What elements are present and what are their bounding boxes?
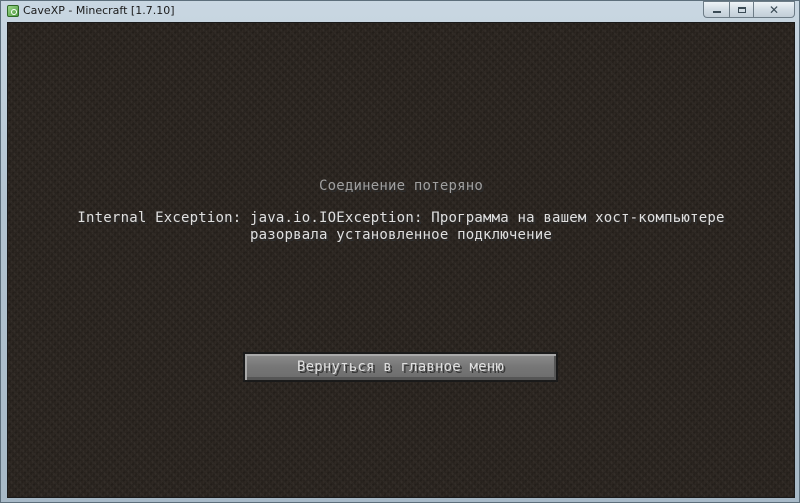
disconnect-message-line-1: Internal Exception: java.io.IOException:…	[77, 210, 725, 226]
maximize-button[interactable]	[729, 1, 753, 18]
title-bar[interactable]: CaveXP - Minecraft [1.7.10] ✕	[1, 1, 799, 21]
close-button[interactable]: ✕	[753, 1, 795, 18]
window-controls: ✕	[703, 1, 795, 18]
game-client-area: Соединение потеряно Internal Exception: …	[7, 22, 795, 498]
disconnect-message-line-2: разорвала установленное подключение	[249, 227, 552, 243]
minimize-icon	[712, 11, 721, 13]
disconnect-message: Internal Exception: java.io.IOException:…	[8, 210, 794, 244]
maximize-icon	[737, 6, 746, 13]
minimize-button[interactable]	[703, 1, 729, 18]
close-icon: ✕	[768, 2, 780, 17]
back-to-main-menu-label: Вернуться в главное меню	[296, 359, 505, 375]
app-window: CaveXP - Minecraft [1.7.10] ✕ Соединение…	[0, 0, 800, 503]
disconnect-title: Соединение потеряно	[319, 178, 483, 194]
minecraft-app-icon[interactable]	[7, 5, 19, 17]
window-title: CaveXP - Minecraft [1.7.10]	[23, 4, 175, 17]
back-to-main-menu-button[interactable]: Вернуться в главное меню	[243, 352, 558, 382]
